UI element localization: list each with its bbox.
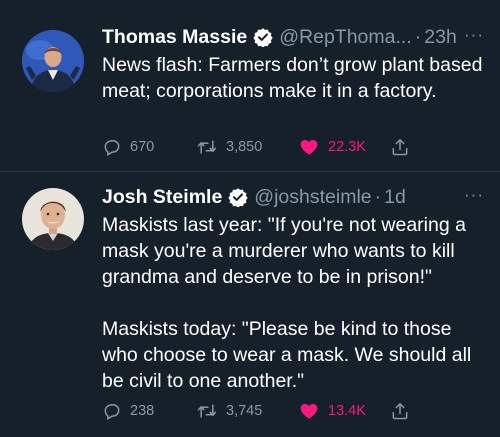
more-options-icon[interactable]: ···	[464, 24, 484, 46]
retweet-count: 3,850	[226, 139, 263, 155]
reply-icon	[104, 140, 120, 156]
retweet-button[interactable]: 3,745	[196, 398, 262, 424]
like-button[interactable]: 13.4K	[298, 398, 366, 424]
retweet-icon	[197, 140, 217, 154]
reply-button[interactable]: 670	[102, 134, 154, 160]
reply-button[interactable]: 238	[102, 398, 154, 424]
tweet[interactable]: Thomas Massie @RepThoma... · 23h ··· New…	[0, 0, 500, 172]
reply-icon	[104, 404, 120, 420]
retweet-icon	[197, 404, 217, 418]
handle[interactable]: @RepThoma...	[279, 24, 412, 50]
handle[interactable]: @joshsteimle	[254, 184, 371, 210]
more-options-icon[interactable]: ···	[464, 184, 484, 206]
action-bar: 238 3,745 13.4K	[102, 398, 422, 424]
timestamp[interactable]: 1d	[384, 184, 406, 210]
verified-badge-icon	[253, 27, 273, 47]
verified-badge-icon	[228, 187, 248, 207]
timestamp[interactable]: 23h	[424, 24, 457, 50]
reply-count: 670	[130, 139, 155, 155]
like-count: 13.4K	[328, 403, 366, 419]
share-button[interactable]	[390, 134, 418, 160]
display-name[interactable]: Josh Steimle	[102, 184, 222, 210]
retweet-button[interactable]: 3,850	[196, 134, 262, 160]
share-icon	[392, 139, 408, 156]
action-bar: 670 3,850 22.3K	[102, 134, 422, 160]
tweet-text: Maskists last year: "If you're not weari…	[102, 214, 472, 392]
display-name[interactable]: Thomas Massie	[102, 24, 247, 50]
retweet-count: 3,745	[226, 403, 263, 419]
heart-icon	[300, 403, 318, 419]
avatar[interactable]	[22, 30, 84, 92]
reply-count: 238	[130, 403, 155, 419]
like-button[interactable]: 22.3K	[298, 134, 366, 160]
like-count: 22.3K	[328, 139, 366, 155]
separator: ·	[374, 186, 382, 208]
share-button[interactable]	[390, 398, 418, 424]
avatar[interactable]	[22, 188, 84, 250]
tweet-text: News flash: Farmers don’t grow plant bas…	[102, 54, 483, 102]
heart-icon	[300, 139, 318, 155]
share-icon	[392, 403, 408, 420]
tweet[interactable]: Josh Steimle @joshsteimle · 1d ··· Maski…	[0, 172, 500, 437]
separator: ·	[414, 26, 422, 48]
